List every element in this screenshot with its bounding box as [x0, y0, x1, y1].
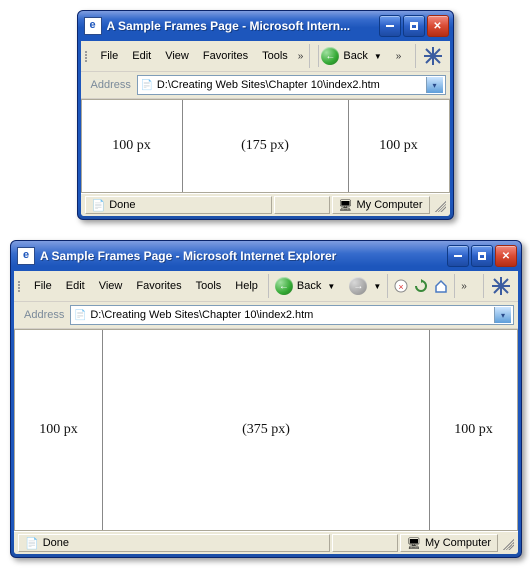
rebar-grip-icon[interactable]: [18, 281, 23, 292]
address-field[interactable]: 📄 D:\Creating Web Sites\Chapter 10\index…: [70, 305, 514, 325]
svg-text:×: ×: [399, 282, 404, 292]
status-panel-zone: 🖥 My Computer: [332, 196, 430, 214]
menu-view[interactable]: View: [93, 278, 129, 294]
dropdown-arrow-icon[interactable]: ▼: [372, 52, 384, 61]
toolbar-overflow-icon[interactable]: »: [296, 51, 306, 62]
window-title: A Sample Frames Page - Microsoft Interne…: [40, 249, 447, 263]
address-path: D:\Creating Web Sites\Chapter 10\index2.…: [157, 79, 426, 91]
rebar-grip-icon[interactable]: [85, 51, 90, 62]
status-panel-done: 📄 Done: [18, 534, 330, 552]
resize-grip-icon[interactable]: [432, 198, 446, 212]
window-title: A Sample Frames Page - Microsoft Intern.…: [107, 19, 379, 33]
minimize-button[interactable]: [447, 245, 469, 267]
ie-throbber-icon: [483, 274, 514, 298]
browser-window: e A Sample Frames Page - Microsoft Inter…: [77, 10, 454, 220]
frames-content: 100 px (175 px) 100 px: [81, 99, 450, 193]
titlebar[interactable]: e A Sample Frames Page - Microsoft Inter…: [11, 241, 521, 271]
menu-view[interactable]: View: [159, 48, 195, 64]
menubar: File Edit View Favorites Tools Help ← Ba…: [14, 271, 518, 302]
ie-app-icon: e: [17, 247, 35, 265]
ie-throbber-icon: [415, 44, 446, 68]
done-icon: 📄: [92, 199, 106, 212]
menu-favorites[interactable]: Favorites: [130, 278, 187, 294]
client-area: File Edit View Favorites Tools Help ← Ba…: [14, 271, 518, 554]
refresh-button[interactable]: [412, 277, 430, 295]
address-label: Address: [22, 309, 66, 321]
dropdown-arrow-icon[interactable]: ▼: [371, 282, 383, 291]
status-zone-text: My Computer: [425, 537, 491, 549]
status-panel-zone: 🖥 My Computer: [400, 534, 498, 552]
resize-grip-icon[interactable]: [500, 536, 514, 550]
frame-center: (175 px): [183, 100, 349, 192]
back-button-label: Back: [343, 50, 367, 62]
address-bar: Address 📄 D:\Creating Web Sites\Chapter …: [14, 302, 518, 329]
menu-file[interactable]: File: [95, 48, 125, 64]
status-bar: 📄 Done 🖥 My Computer: [81, 193, 450, 216]
dropdown-arrow-icon[interactable]: ▼: [325, 282, 337, 291]
menu-help[interactable]: Help: [229, 278, 264, 294]
status-done-text: Done: [43, 537, 69, 549]
menu-tools[interactable]: Tools: [190, 278, 228, 294]
toolbar-separator: [309, 44, 310, 68]
status-done-text: Done: [109, 199, 135, 211]
back-button[interactable]: ← Back ▼: [273, 275, 345, 297]
address-dropdown-icon[interactable]: ▾: [426, 77, 443, 93]
toolbar-separator: [454, 274, 455, 298]
status-spacer: [332, 534, 398, 552]
status-zone-text: My Computer: [356, 199, 422, 211]
toolbar-overflow-icon[interactable]: »: [394, 51, 404, 62]
status-spacer: [274, 196, 330, 214]
home-button[interactable]: [432, 277, 450, 295]
menu-tools[interactable]: Tools: [256, 48, 294, 64]
back-arrow-icon: ←: [321, 47, 339, 65]
maximize-button[interactable]: [403, 15, 425, 37]
status-bar: 📄 Done 🖥 My Computer: [14, 531, 518, 554]
frame-left: 100 px: [15, 330, 103, 530]
titlebar[interactable]: e A Sample Frames Page - Microsoft Inter…: [78, 11, 453, 41]
client-area: File Edit View Favorites Tools » ← Back …: [81, 41, 450, 216]
html-document-icon: 📄: [140, 78, 154, 92]
computer-icon: 🖥: [407, 537, 421, 550]
menubar: File Edit View Favorites Tools » ← Back …: [81, 41, 450, 72]
stop-button[interactable]: ×: [392, 277, 410, 295]
frame-left: 100 px: [82, 100, 183, 192]
frame-right: 100 px: [349, 100, 449, 192]
frames-content: 100 px (375 px) 100 px: [14, 329, 518, 531]
status-panel-done: 📄 Done: [85, 196, 272, 214]
frame-center: (375 px): [103, 330, 430, 530]
html-document-icon: 📄: [73, 308, 87, 322]
back-arrow-icon: ←: [275, 277, 293, 295]
computer-icon: 🖥: [339, 199, 353, 212]
address-path: D:\Creating Web Sites\Chapter 10\index2.…: [90, 309, 494, 321]
done-icon: 📄: [25, 537, 39, 550]
forward-button[interactable]: →: [349, 277, 367, 295]
back-button-label: Back: [297, 280, 321, 292]
ie-app-icon: e: [84, 17, 102, 35]
menu-edit[interactable]: Edit: [126, 48, 157, 64]
address-label: Address: [89, 79, 133, 91]
address-bar: Address 📄 D:\Creating Web Sites\Chapter …: [81, 72, 450, 99]
address-dropdown-icon[interactable]: ▾: [494, 307, 511, 323]
toolbar-separator: [387, 274, 388, 298]
close-button[interactable]: ✕: [495, 245, 517, 267]
menu-favorites[interactable]: Favorites: [197, 48, 254, 64]
maximize-button[interactable]: [471, 245, 493, 267]
menu-edit[interactable]: Edit: [60, 278, 91, 294]
toolbar-overflow-icon[interactable]: »: [459, 281, 469, 292]
toolbar-separator: [268, 274, 269, 298]
browser-window: e A Sample Frames Page - Microsoft Inter…: [10, 240, 522, 558]
menu-file[interactable]: File: [28, 278, 58, 294]
back-button[interactable]: ← Back ▼: [318, 45, 391, 67]
frame-right: 100 px: [430, 330, 517, 530]
address-field[interactable]: 📄 D:\Creating Web Sites\Chapter 10\index…: [137, 75, 446, 95]
minimize-button[interactable]: [379, 15, 401, 37]
close-button[interactable]: ✕: [427, 15, 449, 37]
